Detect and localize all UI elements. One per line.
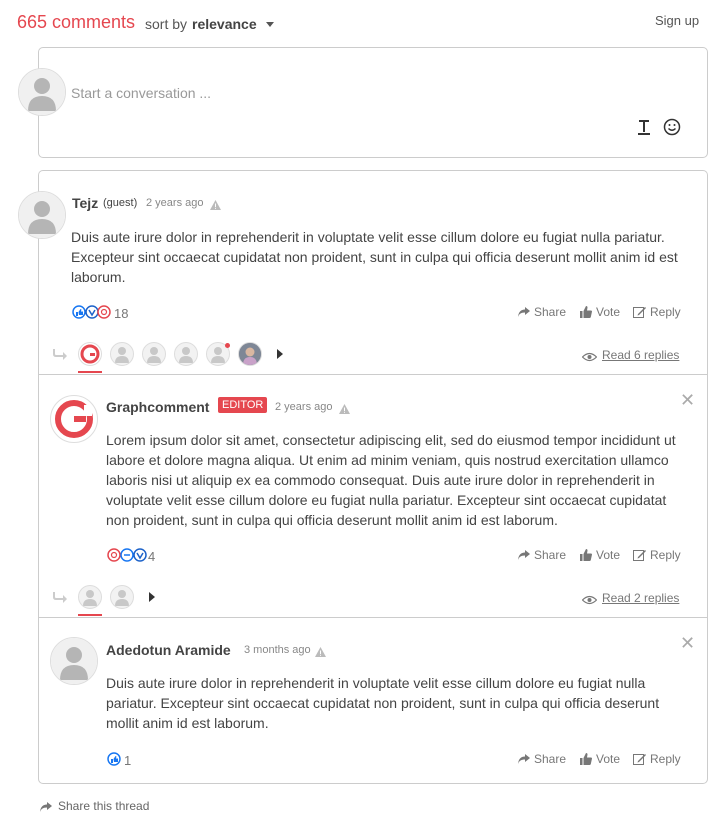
comment-body: Duis aute irure dolor in reprehenderit i…: [106, 675, 660, 731]
reaction-count: 4: [148, 549, 156, 564]
vote-button[interactable]: Vote: [580, 548, 620, 562]
like-reaction-icon[interactable]: [107, 752, 121, 766]
comment-author[interactable]: Tejz: [72, 195, 98, 211]
guest-tag: (guest): [103, 197, 138, 209]
share-icon[interactable]: [40, 799, 52, 812]
close-icon[interactable]: ✕: [680, 390, 695, 411]
share-button[interactable]: Share: [518, 752, 566, 766]
text-format-icon[interactable]: [637, 118, 651, 136]
active-reply-indicator: [78, 614, 102, 616]
report-icon[interactable]: [210, 197, 221, 210]
user-avatar: [18, 68, 66, 116]
comment-time[interactable]: 2 years ago: [275, 401, 332, 413]
share-label: Share: [534, 548, 567, 562]
reply-arrow-icon: [52, 348, 68, 360]
share-label: Share: [534, 752, 567, 766]
vote-button[interactable]: Vote: [580, 752, 620, 766]
vote-label: Vote: [596, 752, 621, 766]
share-icon: [518, 550, 530, 560]
edit-icon: [633, 550, 646, 561]
eye-icon: [581, 349, 598, 362]
emoji-icon[interactable]: [663, 118, 681, 136]
share-thread-link[interactable]: Share this thread: [58, 799, 149, 813]
share-icon: [518, 307, 530, 317]
sign-up-link[interactable]: Sign up: [655, 13, 699, 28]
reaction-count: 18: [114, 306, 129, 321]
reaction-count: 1: [124, 753, 132, 768]
read-replies-link[interactable]: Read 6 replies: [602, 348, 679, 362]
vote-button[interactable]: Vote: [580, 305, 620, 319]
reply-avatar[interactable]: [78, 585, 102, 609]
comment-body: Lorem ipsum dolor sit amet, consectetur …: [106, 432, 676, 528]
share-button[interactable]: Share: [518, 548, 566, 562]
chevron-down-icon[interactable]: [266, 22, 274, 27]
active-reply-indicator: [78, 371, 102, 373]
reply-avatar[interactable]: [110, 585, 134, 609]
thumbs-up-icon: [580, 753, 592, 765]
reply-button[interactable]: Reply: [633, 548, 681, 562]
vote-label: Vote: [596, 548, 621, 562]
reply-avatar[interactable]: [110, 342, 134, 366]
edit-icon: [633, 307, 646, 318]
reply-avatar[interactable]: [174, 342, 198, 366]
share-icon: [518, 754, 530, 764]
comment-author[interactable]: Adedotun Aramide: [106, 642, 231, 658]
comment-body: Duis aute irure dolor in reprehenderit i…: [71, 229, 678, 285]
more-replies-arrow[interactable]: [277, 349, 283, 359]
comments-count: 665 comments: [17, 12, 136, 32]
new-reply-dot: [225, 343, 230, 348]
author-avatar[interactable]: [50, 637, 98, 685]
editor-badge: EDITOR: [218, 397, 268, 413]
report-icon[interactable]: [339, 401, 350, 414]
comment-time[interactable]: 2 years ago: [146, 197, 203, 209]
reply-avatar-photo[interactable]: [238, 342, 262, 366]
share-button[interactable]: Share: [518, 305, 566, 319]
reactions-icon[interactable]: [72, 305, 114, 319]
composer-box[interactable]: [38, 47, 708, 158]
graphcomment-reply-avatar[interactable]: [78, 342, 102, 366]
reply-avatar[interactable]: [142, 342, 166, 366]
sort-dropdown[interactable]: relevance: [192, 16, 257, 32]
reply-button[interactable]: Reply: [633, 305, 681, 319]
eye-icon: [581, 592, 598, 605]
conversation-input[interactable]: Start a conversation ...: [71, 85, 211, 101]
read-replies-link[interactable]: Read 2 replies: [602, 591, 679, 605]
reply-button[interactable]: Reply: [633, 752, 681, 766]
reply-label: Reply: [650, 548, 681, 562]
close-icon[interactable]: ✕: [680, 633, 695, 654]
reply-arrow-icon: [52, 591, 68, 603]
reactions-icon[interactable]: [107, 548, 149, 562]
vote-label: Vote: [596, 305, 621, 319]
comment-time[interactable]: 3 months ago: [244, 644, 311, 656]
more-replies-arrow[interactable]: [149, 592, 155, 602]
sort-by-label: sort by: [145, 16, 188, 32]
share-label: Share: [534, 305, 567, 319]
edit-icon: [633, 754, 646, 765]
reply-label: Reply: [650, 752, 681, 766]
thumbs-up-icon: [580, 549, 592, 561]
reply-label: Reply: [650, 305, 681, 319]
graphcomment-avatar[interactable]: [50, 395, 98, 443]
comment-author[interactable]: Graphcomment: [106, 399, 209, 415]
thumbs-up-icon: [580, 306, 592, 318]
author-avatar[interactable]: [18, 191, 66, 239]
report-icon[interactable]: [315, 644, 326, 657]
